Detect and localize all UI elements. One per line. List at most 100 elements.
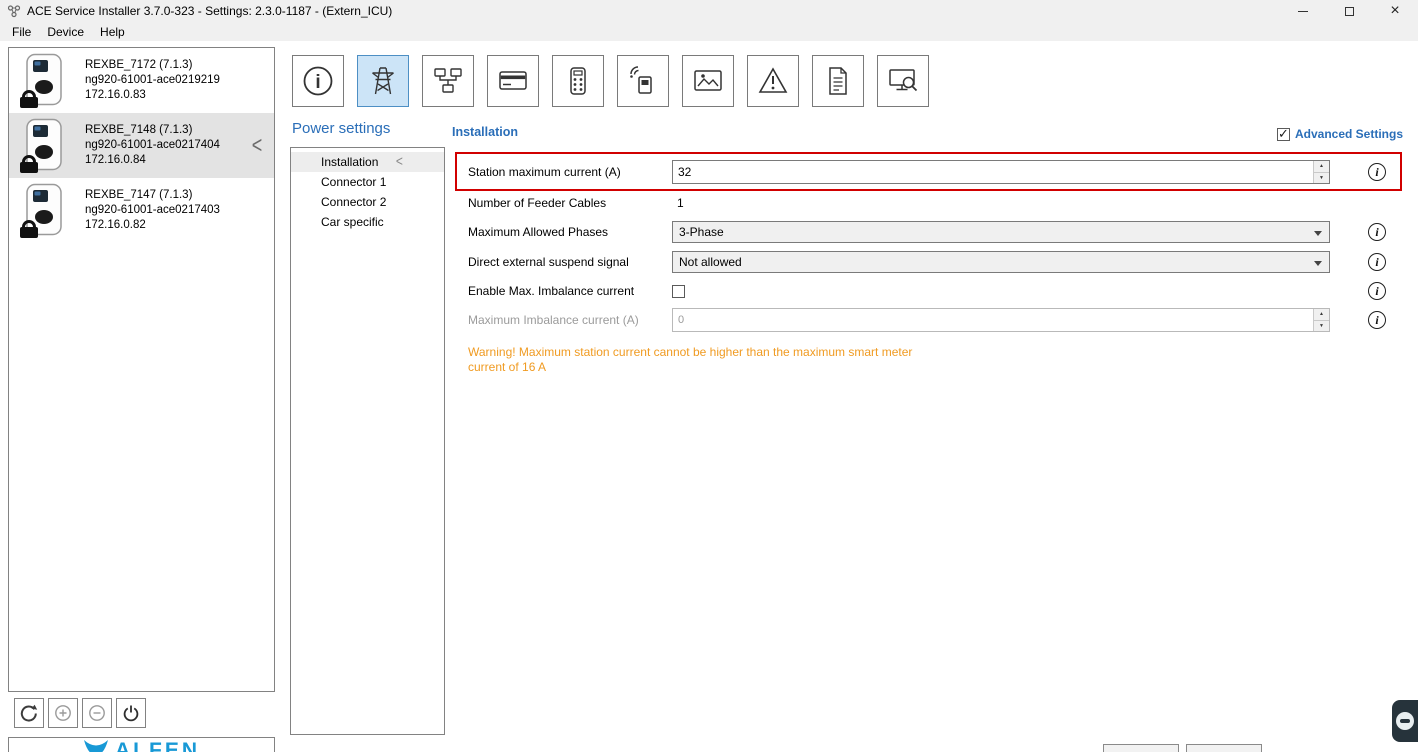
menubar: File Device Help (0, 22, 1418, 41)
max-phases-dropdown[interactable]: 3-Phase (672, 221, 1330, 243)
power-button[interactable] (116, 698, 146, 728)
station-max-current-value[interactable]: 32 (673, 161, 1313, 183)
app-icon (7, 4, 21, 18)
tab-network[interactable] (422, 55, 474, 107)
field-label: Direct external suspend signal (452, 255, 672, 269)
refresh-button[interactable] (14, 698, 44, 728)
tab-authorization[interactable] (552, 55, 604, 107)
edge-overlay-widget[interactable] (1392, 700, 1418, 742)
nav-item-installation[interactable]: Installation (291, 152, 444, 172)
brand-logo: ALFEN (83, 740, 200, 752)
refresh-icon (20, 704, 38, 722)
app-window: ACE Service Installer 3.7.0-323 - Settin… (0, 0, 1418, 752)
tab-power-settings[interactable] (357, 55, 409, 107)
nav-item-label: Installation (321, 155, 378, 169)
field-label: Number of Feeder Cables (452, 196, 672, 210)
field-label: Station maximum current (A) (452, 165, 672, 179)
device-info: REXBE_7148 (7.1.3) ng920-61001-ace021740… (85, 123, 220, 168)
nav-item-connector-1[interactable]: Connector 1 (291, 172, 444, 192)
device-item-rexbe-7147[interactable]: REXBE_7147 (7.1.3) ng920-61001-ace021740… (9, 178, 274, 243)
device-item-rexbe-7148[interactable]: REXBE_7148 (7.1.3) ng920-61001-ace021740… (9, 113, 274, 178)
alfen-mark-icon (83, 740, 109, 752)
tab-warnings[interactable] (747, 55, 799, 107)
window-controls (1280, 0, 1418, 22)
device-list: REXBE_7172 (7.1.3) ng920-61001-ace021921… (8, 47, 275, 692)
power-settings-nav: Installation Connector 1 Connector 2 Car… (290, 147, 445, 735)
collapse-chevron-icon[interactable] (396, 152, 403, 172)
advanced-settings-toggle[interactable]: Advanced Settings (1277, 127, 1403, 141)
network-icon (431, 64, 465, 98)
device-name: REXBE_7147 (7.1.3) (85, 188, 220, 203)
device-code: ng920-61001-ace0219219 (85, 73, 220, 88)
spin-up-icon[interactable] (1314, 309, 1329, 321)
info-icon[interactable] (1368, 163, 1386, 181)
device-actions (14, 698, 146, 728)
brand-logo-text: ALFEN (115, 740, 200, 752)
info-icon[interactable] (1368, 253, 1386, 271)
page-title: Installation (452, 125, 518, 139)
close-icon (1390, 2, 1399, 20)
power-icon (122, 704, 140, 722)
plus-circle-icon (54, 704, 72, 722)
brand-logo-panel: ALFEN (8, 737, 275, 752)
add-device-button[interactable] (48, 698, 78, 728)
minimize-button[interactable] (1280, 0, 1326, 22)
nav-item-connector-2[interactable]: Connector 2 (291, 192, 444, 212)
collapse-chevron-icon[interactable] (252, 132, 263, 160)
suspend-signal-value: Not allowed (679, 255, 742, 269)
close-button[interactable] (1372, 0, 1418, 22)
suspend-signal-dropdown[interactable]: Not allowed (672, 251, 1330, 273)
advanced-settings-label: Advanced Settings (1295, 127, 1403, 141)
tab-diagnostics[interactable] (877, 55, 929, 107)
spin-up-icon[interactable] (1314, 161, 1329, 173)
minimize-icon (1298, 11, 1308, 12)
spin-down-icon[interactable] (1314, 173, 1329, 184)
info-icon[interactable] (1368, 282, 1386, 300)
field-label: Maximum Allowed Phases (452, 225, 672, 239)
feeder-cables-value: 1 (672, 196, 684, 210)
imbalance-enable-checkbox[interactable] (672, 285, 685, 298)
spin-down-icon[interactable] (1314, 321, 1329, 332)
warning-line-1: Warning! Maximum station current cannot … (468, 345, 912, 360)
nav-item-label: Car specific (321, 215, 384, 229)
menu-device[interactable]: Device (39, 22, 92, 41)
warning-line-2: current of 16 A (468, 360, 912, 375)
nav-item-car-specific[interactable]: Car specific (291, 212, 444, 232)
device-info: REXBE_7147 (7.1.3) ng920-61001-ace021740… (85, 188, 220, 233)
tab-display[interactable] (682, 55, 734, 107)
bottom-action-button-1[interactable] (1103, 744, 1179, 752)
svg-text:i: i (315, 72, 320, 93)
info-icon[interactable] (1368, 311, 1386, 329)
tab-info[interactable]: i (292, 55, 344, 107)
monitor-search-icon (886, 64, 920, 98)
device-name: REXBE_7172 (7.1.3) (85, 58, 220, 73)
tab-logs[interactable] (812, 55, 864, 107)
keypad-icon (561, 64, 595, 98)
field-label: Enable Max. Imbalance current (452, 284, 672, 298)
info-icon[interactable] (1368, 223, 1386, 241)
payment-card-icon (496, 64, 530, 98)
bottom-action-button-2[interactable] (1186, 744, 1262, 752)
max-phases-value: 3-Phase (679, 225, 724, 239)
menu-help[interactable]: Help (92, 22, 133, 41)
spinner-buttons (1313, 161, 1329, 183)
charge-station-icon (17, 53, 71, 109)
image-icon (691, 64, 725, 98)
field-label: Maximum Imbalance current (A) (452, 313, 672, 327)
nav-item-label: Connector 2 (321, 195, 386, 209)
advanced-settings-checkbox[interactable] (1277, 128, 1290, 141)
station-max-current-input[interactable]: 32 (672, 160, 1330, 184)
tab-connectivity[interactable] (617, 55, 669, 107)
tab-payment[interactable] (487, 55, 539, 107)
spinner-buttons (1313, 309, 1329, 331)
menu-file[interactable]: File (4, 22, 39, 41)
device-item-rexbe-7172[interactable]: REXBE_7172 (7.1.3) ng920-61001-ace021921… (9, 48, 274, 113)
row-suspend-signal: Direct external suspend signal Not allow… (452, 250, 1403, 274)
imbalance-current-value: 0 (673, 309, 1313, 331)
remove-device-button[interactable] (82, 698, 112, 728)
maximize-button[interactable] (1326, 0, 1372, 22)
device-ip: 172.16.0.82 (85, 218, 220, 233)
imbalance-current-input[interactable]: 0 (672, 308, 1330, 332)
device-ip: 172.16.0.84 (85, 153, 220, 168)
charge-station-icon (17, 183, 71, 239)
